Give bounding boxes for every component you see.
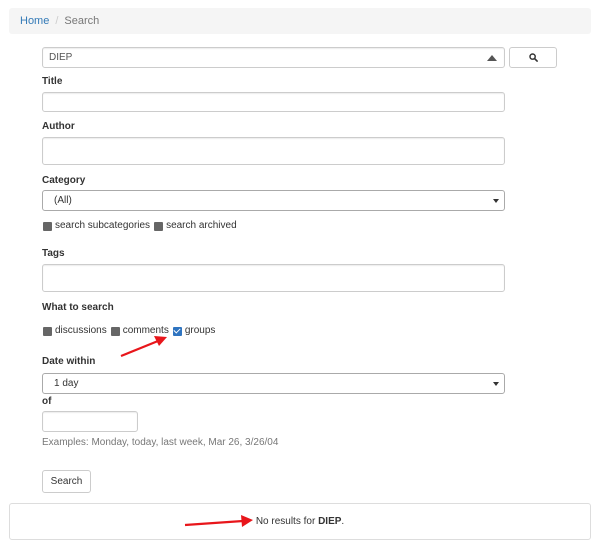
annotation-arrow	[184, 515, 253, 527]
